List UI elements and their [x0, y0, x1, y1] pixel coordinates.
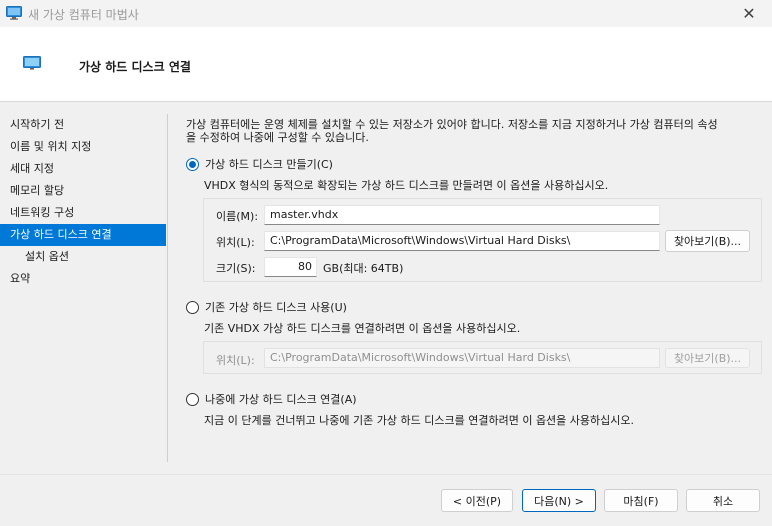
- browse-button[interactable]: 찾아보기(B)...: [665, 230, 750, 252]
- close-icon: ✕: [742, 4, 756, 23]
- attach-later-label: 나중에 가상 하드 디스크 연결(A): [205, 393, 357, 406]
- existing-browse-button[interactable]: 찾아보기(B)...: [665, 348, 750, 368]
- existing-disk-option[interactable]: 기존 가상 하드 디스크 사용(U): [186, 299, 347, 315]
- nav-item-summary[interactable]: 요약: [0, 268, 166, 290]
- existing-location-label: 위치(L):: [216, 354, 255, 367]
- create-disk-group: 이름(M): master.vhdx 위치(L): C:\ProgramData…: [203, 198, 762, 282]
- existing-disk-radio[interactable]: [186, 300, 199, 314]
- nav-item-generation[interactable]: 세대 지정: [0, 158, 166, 180]
- existing-disk-label: 기존 가상 하드 디스크 사용(U): [205, 301, 347, 314]
- finish-button[interactable]: 마침(F): [604, 489, 678, 512]
- nav-divider: [167, 114, 168, 462]
- wizard-header: 가상 하드 디스크 연결: [0, 27, 772, 102]
- virtual-machine-icon: [6, 6, 22, 20]
- existing-location-input[interactable]: C:\ProgramData\Microsoft\Windows\Virtual…: [264, 348, 660, 368]
- name-label: 이름(M):: [216, 210, 259, 223]
- attach-later-option[interactable]: 나중에 가상 하드 디스크 연결(A): [186, 391, 357, 407]
- size-input[interactable]: 80: [264, 257, 317, 277]
- page-title: 가상 하드 디스크 연결: [79, 60, 191, 74]
- attach-later-radio[interactable]: [186, 392, 199, 406]
- existing-disk-description: 기존 VHDX 가상 하드 디스크를 연결하려면 이 옵션을 사용하십시오.: [204, 322, 521, 335]
- close-button[interactable]: ✕: [726, 0, 772, 27]
- name-input[interactable]: master.vhdx: [264, 205, 660, 225]
- size-label: 크기(S):: [216, 262, 256, 275]
- nav-item-name-and-location[interactable]: 이름 및 위치 지정: [0, 136, 166, 158]
- intro-line-1: 가상 컴퓨터에는 운영 체제를 설치할 수 있는 저장소가 있어야 합니다. 저…: [186, 118, 718, 131]
- intro-line-2: 을 수정하여 나중에 구성할 수 있습니다.: [186, 131, 369, 144]
- title-bar: 새 가상 컴퓨터 마법사 ✕: [0, 0, 772, 27]
- cancel-button[interactable]: 취소: [686, 489, 760, 512]
- attach-later-description: 지금 이 단계를 건너뛰고 나중에 기존 가상 하드 디스크를 연결하려면 이 …: [204, 414, 635, 427]
- intro-text: 가상 컴퓨터에는 운영 체제를 설치할 수 있는 저장소가 있어야 합니다. 저…: [186, 118, 762, 144]
- nav-item-before-you-begin[interactable]: 시작하기 전: [0, 114, 166, 136]
- location-label: 위치(L):: [216, 236, 255, 249]
- size-unit: GB(최대: 64TB): [323, 262, 404, 275]
- existing-disk-group: 위치(L): C:\ProgramData\Microsoft\Windows\…: [203, 341, 762, 374]
- virtual-hard-disk-icon: [23, 56, 41, 70]
- nav-item-virtual-hard-disk[interactable]: 가상 하드 디스크 연결: [0, 224, 166, 246]
- create-disk-option[interactable]: 가상 하드 디스크 만들기(C): [186, 156, 333, 172]
- nav-item-networking[interactable]: 네트워킹 구성: [0, 202, 166, 224]
- window-title: 새 가상 컴퓨터 마법사: [28, 8, 139, 22]
- previous-button[interactable]: < 이전(P): [441, 489, 513, 512]
- create-disk-radio[interactable]: [186, 157, 199, 171]
- nav-item-installation-options[interactable]: 설치 옵션: [0, 246, 166, 268]
- create-disk-description: VHDX 형식의 동적으로 확장되는 가상 하드 디스크를 만들려면 이 옵션을…: [204, 179, 609, 192]
- next-button[interactable]: 다음(N) >: [522, 489, 596, 512]
- footer-divider: [0, 474, 772, 475]
- location-input[interactable]: C:\ProgramData\Microsoft\Windows\Virtual…: [264, 231, 660, 251]
- create-disk-label: 가상 하드 디스크 만들기(C): [205, 158, 333, 171]
- wizard-steps-nav: 시작하기 전 이름 및 위치 지정 세대 지정 메모리 할당 네트워킹 구성 가…: [0, 114, 166, 290]
- nav-item-memory[interactable]: 메모리 할당: [0, 180, 166, 202]
